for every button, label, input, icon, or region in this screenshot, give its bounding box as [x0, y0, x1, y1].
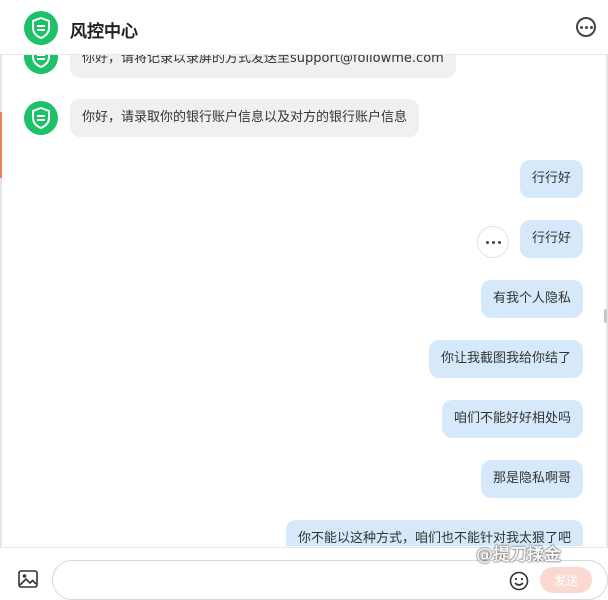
send-button[interactable]: 发送	[540, 567, 592, 593]
sender-avatar-shield-icon[interactable]	[24, 54, 58, 74]
message-bubble-outgoing[interactable]: 行行好	[519, 160, 583, 198]
message-more-icon[interactable]	[477, 226, 509, 258]
message-bubble-incoming[interactable]: 你好，请将记录以录屏的方式发送至support@followme.com	[70, 54, 456, 78]
scrollbar-thumb[interactable]	[604, 309, 607, 323]
more-horizontal-circle-icon[interactable]	[576, 17, 596, 37]
sender-avatar-shield-icon[interactable]	[24, 101, 58, 135]
chat-header: 风控中心	[0, 0, 608, 55]
message-bubble-outgoing[interactable]: 那是隐私啊哥	[480, 460, 583, 498]
emoji-icon[interactable]	[509, 571, 529, 591]
message-bubble-outgoing[interactable]: 你让我截图我给你结了	[428, 340, 583, 378]
message-bubble-incoming[interactable]: 你好，请录取你的银行账户信息以及对方的银行账户信息	[70, 99, 420, 137]
message-bubble-outgoing[interactable]: 有我个人隐私	[480, 280, 583, 318]
image-icon[interactable]	[18, 570, 38, 588]
shield-check-icon[interactable]	[24, 11, 58, 45]
message-bubble-outgoing[interactable]: 行行好	[519, 220, 583, 258]
message-list[interactable]: 你好，请将记录以录屏的方式发送至support@followme.com 你好，…	[0, 54, 608, 546]
message-bubble-outgoing[interactable]: 咱们不能好好相处吗	[441, 400, 583, 438]
page-title: 风控中心	[70, 22, 138, 42]
watermark-text: @提刀揉金	[476, 545, 561, 565]
